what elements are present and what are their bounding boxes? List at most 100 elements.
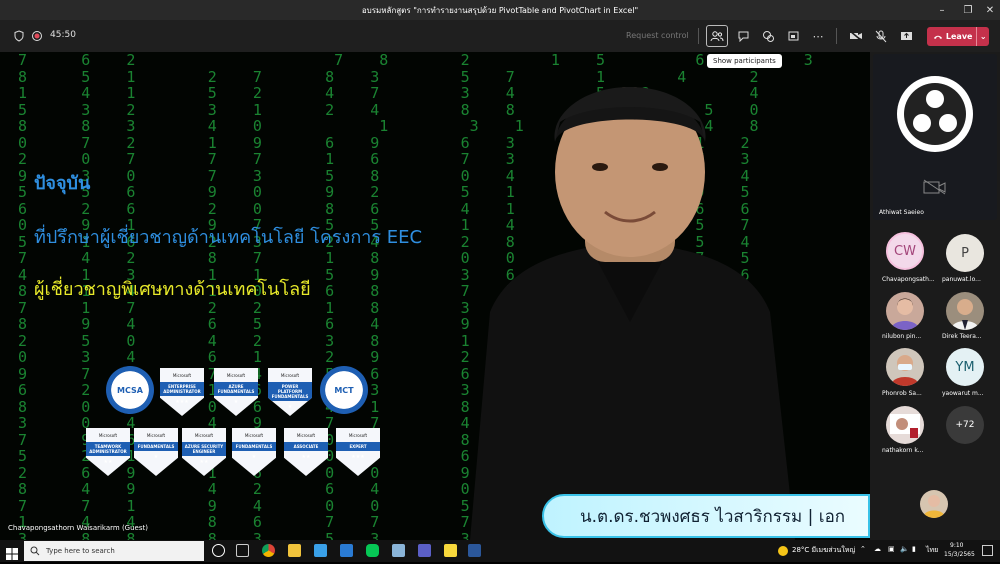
participant-name: Athiwat Saeieo: [879, 209, 924, 216]
slide-line-2: ผู้เชี่ยวชาญพิเศษทางด้านเทคโนโลยี: [34, 279, 311, 300]
participant-avatar[interactable]: [886, 292, 924, 330]
file-explorer-icon[interactable]: [288, 544, 301, 557]
participants-panel: Athiwat Saeieo CW Chavapongsath... P pan…: [870, 52, 1000, 540]
chrome-icon[interactable]: [262, 544, 275, 557]
volume-icon[interactable]: 🔈: [900, 545, 909, 553]
badge-brand: Microsoft: [244, 433, 264, 438]
search-icon: [30, 546, 40, 556]
badge-brand: Microsoft: [296, 433, 316, 438]
cloud-icon[interactable]: ☁: [874, 545, 881, 553]
camera-off-icon: [923, 179, 947, 199]
participant-name: Phonrob Sa...: [882, 390, 922, 397]
stars-icon: ★★★: [351, 454, 365, 460]
weather-text: 28°C มีเมฆส่วนใหญ่: [792, 546, 856, 554]
badge-title: AZURE FUNDAMENTALS: [214, 382, 258, 396]
mct-badge: MCT: [320, 366, 368, 414]
tray-chevron-icon[interactable]: ⌃: [860, 545, 866, 553]
badge-title: ENTERPRISE ADMINISTRATOR: [160, 382, 204, 396]
toolbar-divider: [836, 28, 837, 44]
chevron-down-icon[interactable]: ⌄: [976, 27, 989, 46]
word-icon[interactable]: [468, 544, 481, 557]
stars-icon: ★: [287, 404, 293, 410]
language-indicator[interactable]: ไทย: [926, 545, 938, 556]
badge-brand: Microsoft: [280, 373, 300, 378]
more-participants-button[interactable]: +72: [946, 406, 984, 444]
people-icon: [710, 31, 724, 42]
camera-off-button[interactable]: [845, 25, 867, 47]
meeting-toolbar: 45:50 Request control ⋯: [0, 20, 1000, 52]
stars-icon: ★★: [199, 459, 209, 465]
badge-title: TEAMWORK ADMINISTRATOR: [86, 442, 130, 456]
participant-avatar[interactable]: [886, 406, 924, 444]
slide-heading: ปัจจุบัน: [34, 173, 91, 194]
window-titlebar: อบรมหลักสูตร "การทำรายงานสรุปด้วย PivotT…: [0, 0, 1000, 20]
participant-name: Chavapongsath...: [882, 276, 935, 283]
stars-icon: ★: [233, 399, 239, 405]
badge-brand: Microsoft: [194, 433, 214, 438]
self-avatar[interactable]: [920, 490, 948, 518]
maximize-icon[interactable]: ❐: [956, 0, 980, 20]
participant-avatar[interactable]: CW: [886, 232, 924, 270]
participant-name: nilubon pin...: [882, 333, 922, 340]
request-control-button[interactable]: Request control: [626, 31, 689, 40]
weather-icon: [778, 546, 788, 556]
presenter-nameplate: น.ต.ดร.ชวพงศธร ไวสาริกรรม | เอก: [542, 494, 870, 538]
badge-title: FUNDAMENTALS: [134, 442, 178, 451]
more-options-button[interactable]: ⋯: [807, 25, 829, 47]
participant-avatar[interactable]: [946, 292, 984, 330]
rooms-button[interactable]: [782, 25, 804, 47]
stars-icon: ★★★: [175, 399, 189, 405]
stars-icon: ★★: [103, 459, 113, 465]
participant-avatar[interactable]: P: [946, 234, 984, 272]
leave-button[interactable]: Leave ⌄: [927, 27, 989, 46]
sticky-notes-icon[interactable]: [444, 544, 457, 557]
participants-button[interactable]: [706, 25, 728, 47]
battery-icon[interactable]: ▮: [912, 545, 916, 553]
participant-avatar[interactable]: YM: [946, 348, 984, 386]
chat-button[interactable]: [732, 25, 754, 47]
participant-name: Direk Teera...: [942, 333, 982, 340]
notifications-icon[interactable]: [982, 545, 993, 556]
badge-title: FUNDAMENTALS: [232, 442, 276, 451]
network-icon[interactable]: ▣: [888, 545, 895, 553]
participant-name: nathakorn k...: [882, 447, 924, 454]
line-icon[interactable]: [366, 544, 379, 557]
windows-start-icon[interactable]: [6, 545, 18, 564]
toolbar-divider: [698, 28, 699, 44]
reactions-button[interactable]: [757, 25, 779, 47]
app-icon[interactable]: [392, 544, 405, 557]
minimize-icon[interactable]: –: [930, 0, 954, 20]
participants-tooltip: Show participants: [707, 54, 782, 68]
badge-brand: Microsoft: [348, 433, 368, 438]
badge-title: POWER PLATFORM FUNDAMENTALS: [268, 382, 312, 401]
badge-brand: Microsoft: [172, 373, 192, 378]
stars-icon: ★★: [301, 454, 311, 460]
share-button[interactable]: [895, 25, 917, 47]
leave-label: Leave: [945, 32, 973, 41]
obs-logo-icon: [897, 76, 973, 152]
participant-name: panuwat.lo...: [942, 276, 981, 283]
window-title: อบรมหลักสูตร "การทำรายงานสรุปด้วย PivotT…: [361, 5, 639, 15]
cortana-icon[interactable]: [212, 544, 225, 557]
mic-off-button[interactable]: [870, 25, 892, 47]
clock-time[interactable]: 9:10: [950, 542, 963, 549]
participant-tile-main[interactable]: Athiwat Saeieo: [873, 54, 997, 220]
edge-icon[interactable]: [314, 544, 327, 557]
participant-avatar[interactable]: [886, 348, 924, 386]
search-placeholder: Type here to search: [46, 547, 115, 555]
presenter-label: Chavapongsathorn Waisarikarm (Guest): [8, 524, 148, 532]
mail-icon[interactable]: [340, 544, 353, 557]
os-taskbar: Type here to search 28°C มีเมฆส่วนใหญ่ ⌃…: [0, 540, 1000, 562]
badge-title: AZURE SECURITY ENGINEER: [182, 442, 226, 456]
recording-icon: [26, 25, 48, 47]
shared-content-stage: 7 6 2 7 8 2 1 5 6 5 3 8 5 1 2 7 8 3 5 7 …: [0, 52, 870, 540]
teams-icon[interactable]: [418, 544, 431, 557]
badge-brand: Microsoft: [226, 373, 246, 378]
close-icon[interactable]: ✕: [978, 0, 1000, 20]
presenter-photo: [470, 87, 795, 540]
clock-date[interactable]: 15/3/2565: [944, 551, 975, 558]
taskbar-search[interactable]: Type here to search: [24, 541, 204, 561]
task-view-icon[interactable]: [236, 544, 249, 557]
slide-line-1: ที่ปรึกษาผู้เชี่ยวชาญด้านเทคโนโลยี โครงก…: [34, 227, 423, 248]
stars-icon: ★: [153, 454, 159, 460]
